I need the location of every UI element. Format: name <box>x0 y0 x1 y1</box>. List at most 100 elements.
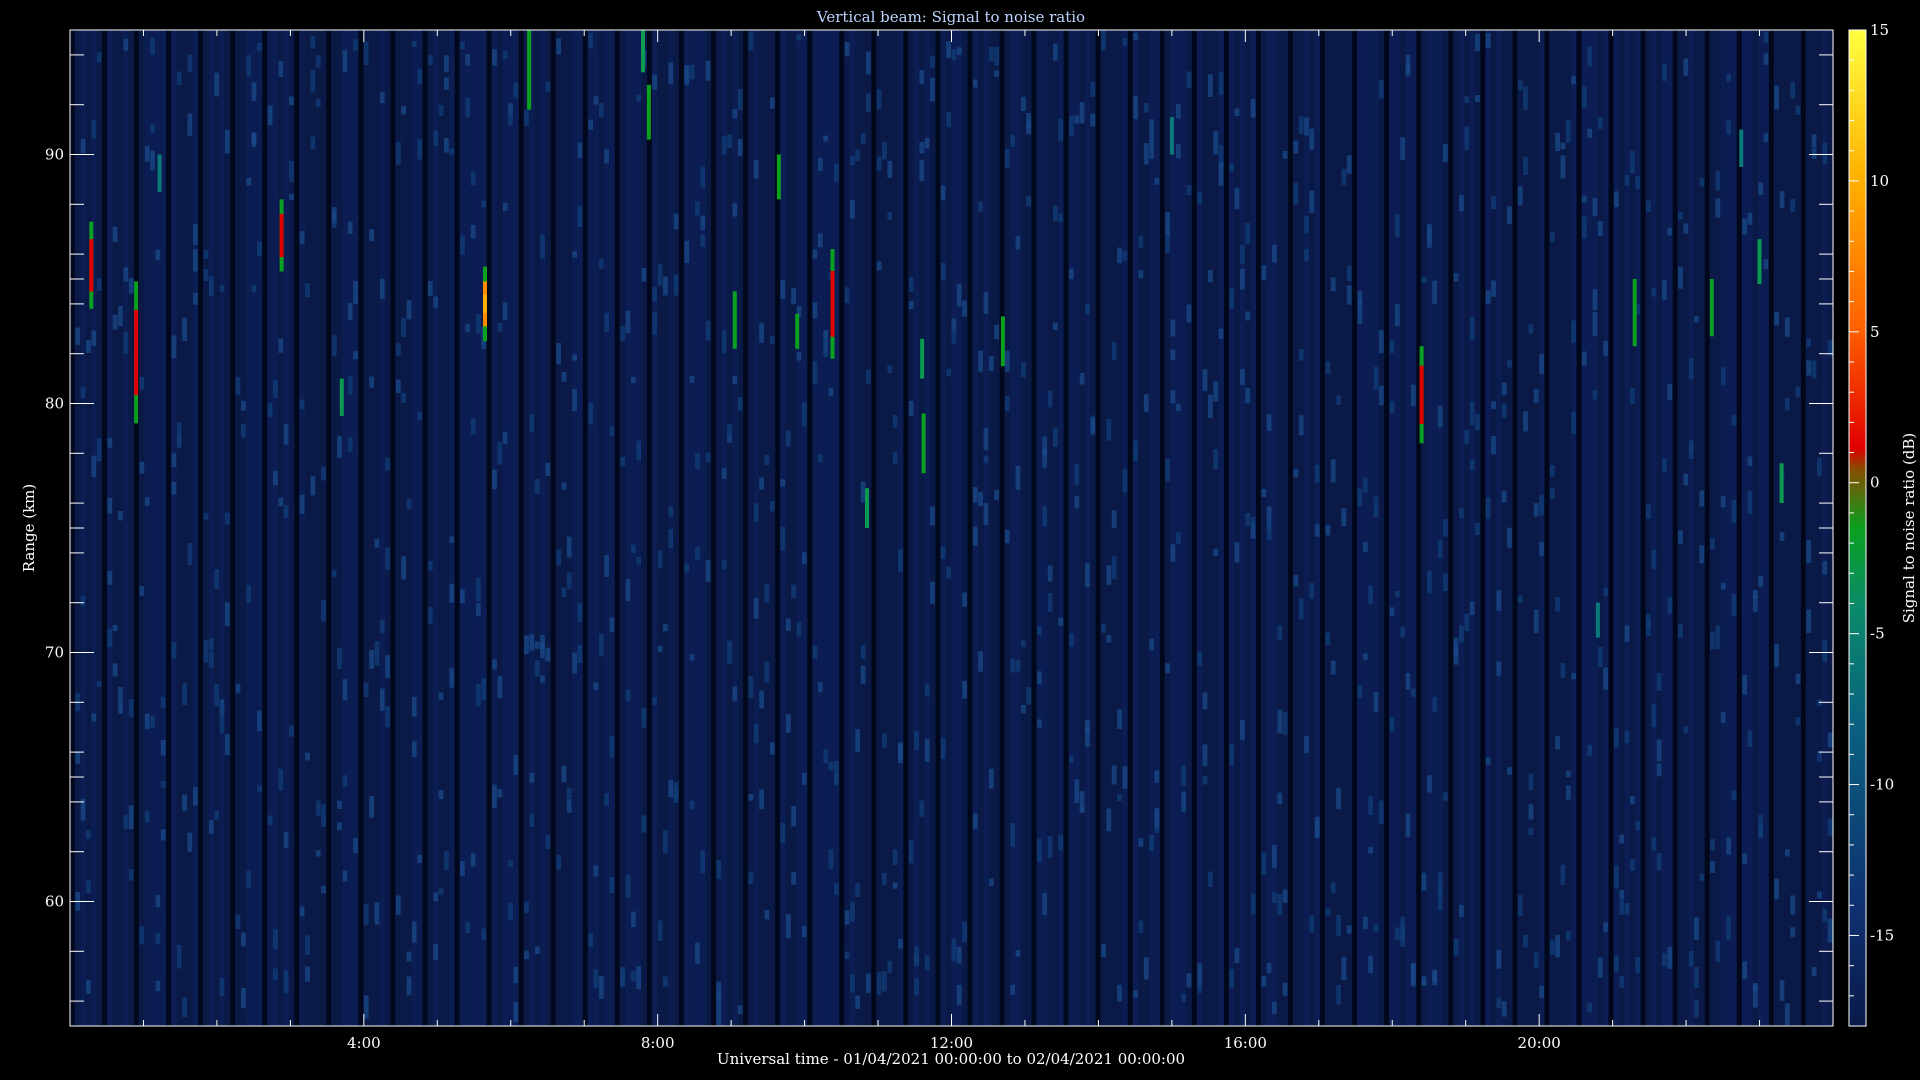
texture-speck <box>641 815 647 833</box>
texture-speck <box>246 870 252 889</box>
texture-speck <box>930 581 935 604</box>
texture-speck <box>155 980 161 992</box>
texture-speck <box>1053 43 1058 61</box>
texture-speck <box>1587 1002 1592 1013</box>
texture-speck <box>481 678 487 700</box>
texture-column <box>1133 30 1139 1026</box>
texture-speck <box>577 205 583 228</box>
texture-speck <box>1533 952 1539 969</box>
texture-speck <box>1170 390 1176 404</box>
texture-speck <box>1058 213 1064 222</box>
texture-speck <box>663 624 668 632</box>
texture-speck <box>1373 924 1379 932</box>
texture-speck <box>1117 709 1122 730</box>
texture-speck <box>1175 404 1181 411</box>
texture-column <box>598 30 604 1026</box>
texture-column <box>1597 30 1603 1026</box>
texture-speck <box>278 768 284 791</box>
texture-speck <box>1614 865 1619 888</box>
texture-column <box>1501 30 1507 1026</box>
texture-column <box>1491 30 1497 1026</box>
texture-speck <box>417 68 423 85</box>
chart-title: Vertical beam: Signal to noise ratio <box>816 8 1085 26</box>
texture-speck <box>1784 1003 1790 1026</box>
texture-speck <box>769 500 775 512</box>
colorbar-label: Signal to noise ratio (dB) <box>1900 433 1918 624</box>
texture-speck <box>1496 997 1502 1009</box>
texture-speck <box>1715 940 1721 963</box>
texture-speck <box>1218 162 1224 186</box>
texture-column <box>395 30 401 1026</box>
texture-speck <box>315 55 321 68</box>
texture-speck <box>1443 144 1448 163</box>
texture-gap <box>550 30 556 1026</box>
texture-speck <box>1004 148 1010 168</box>
texture-speck <box>972 79 978 88</box>
texture-speck <box>273 929 278 950</box>
texture-speck <box>882 872 887 886</box>
texture-speck <box>449 148 455 155</box>
texture-speck <box>96 680 102 687</box>
texture-speck <box>753 723 759 744</box>
texture-column <box>1309 30 1315 1026</box>
texture-speck <box>1699 545 1705 564</box>
texture-speck <box>492 469 497 490</box>
texture-column <box>631 30 637 1026</box>
texture-speck <box>1635 821 1641 831</box>
texture-column <box>513 30 519 1026</box>
texture-column <box>118 30 124 1026</box>
texture-speck <box>1533 609 1539 634</box>
texture-speck <box>534 946 540 955</box>
texture-speck <box>620 457 626 467</box>
texture-speck <box>91 455 97 478</box>
texture-speck <box>620 326 626 341</box>
texture-speck <box>946 566 951 579</box>
texture-speck <box>1790 895 1796 915</box>
texture-speck <box>1726 837 1731 855</box>
texture-speck <box>1619 899 1625 916</box>
texture-speck <box>1790 199 1796 213</box>
texture-speck <box>123 815 129 829</box>
texture-speck <box>1651 704 1657 728</box>
texture-speck <box>1261 488 1267 498</box>
texture-speck <box>1485 33 1491 49</box>
texture-column <box>1304 30 1310 1026</box>
texture-speck <box>96 278 102 291</box>
texture-speck <box>1501 382 1507 396</box>
texture-column <box>1688 30 1694 1026</box>
echo-trace <box>1709 279 1714 337</box>
texture-speck <box>529 414 535 432</box>
texture-speck <box>753 160 759 179</box>
texture-speck <box>1651 287 1657 297</box>
texture-speck <box>1325 908 1331 916</box>
texture-speck <box>588 403 593 425</box>
texture-speck <box>251 82 257 101</box>
texture-speck <box>1752 983 1758 991</box>
texture-column <box>347 30 353 1026</box>
texture-speck <box>1630 388 1635 405</box>
texture-speck <box>844 910 850 925</box>
texture-speck <box>283 423 289 445</box>
texture-speck <box>892 849 898 866</box>
texture-speck <box>1806 539 1812 564</box>
texture-speck <box>994 489 999 500</box>
texture-speck <box>860 644 866 660</box>
texture-speck <box>663 976 668 988</box>
texture-gap <box>871 30 877 1026</box>
texture-speck <box>508 103 513 126</box>
texture-speck <box>411 741 417 758</box>
texture-speck <box>1817 457 1822 477</box>
texture-speck <box>395 343 401 356</box>
texture-speck <box>1517 595 1523 603</box>
texture-speck <box>545 834 551 850</box>
texture-speck <box>310 136 316 150</box>
texture-speck <box>257 241 262 257</box>
texture-column <box>764 30 770 1026</box>
texture-speck <box>1496 590 1502 611</box>
texture-speck <box>1266 516 1272 541</box>
texture-speck <box>155 932 161 945</box>
texture-speck <box>1378 385 1384 406</box>
texture-speck <box>1304 249 1309 261</box>
texture-speck <box>1763 259 1769 269</box>
texture-speck <box>1464 429 1470 445</box>
